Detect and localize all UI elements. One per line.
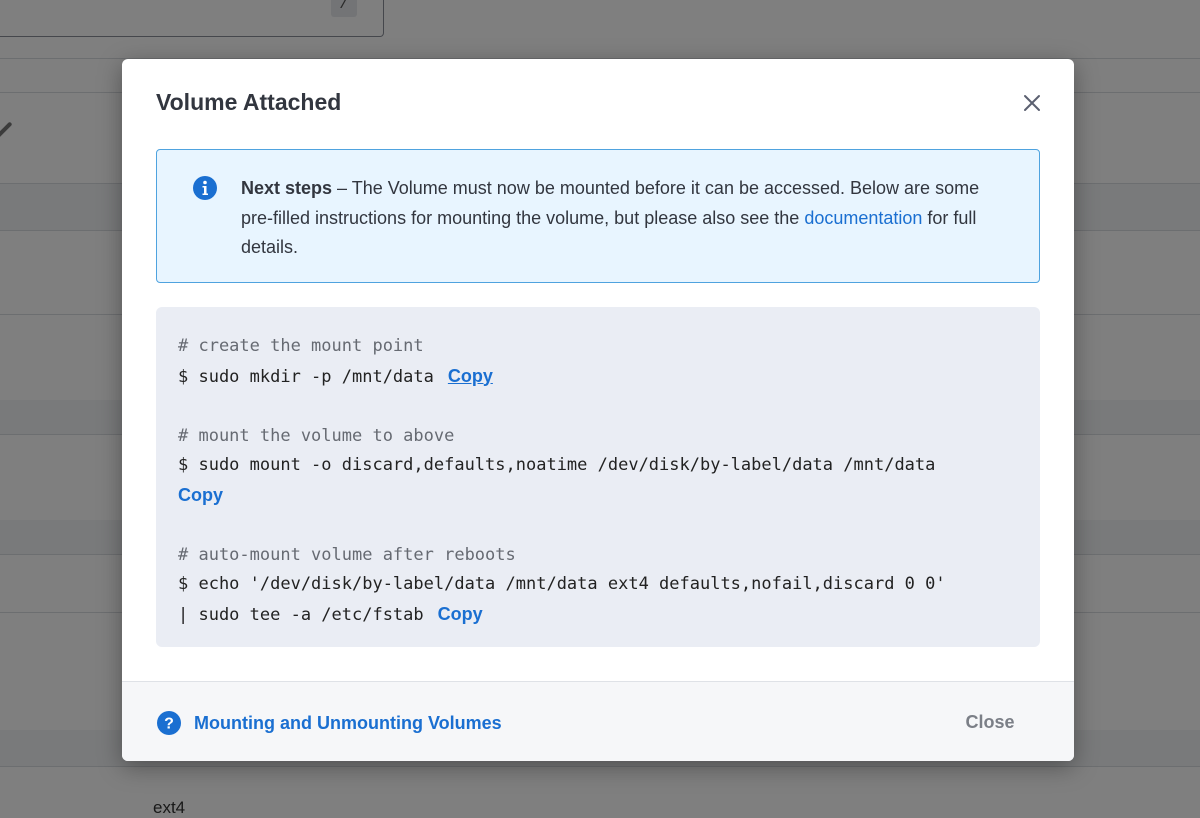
help-icon: ? (157, 711, 181, 735)
code-comment: # auto-mount volume after reboots (178, 544, 516, 565)
code-comment: # mount the volume to above (178, 425, 455, 446)
code-command-continuation: | sudo tee -a /etc/fstab (178, 604, 424, 625)
mounting-docs-link[interactable]: Mounting and Unmounting Volumes (194, 713, 502, 734)
code-comment: # create the mount point (178, 336, 424, 356)
documentation-link[interactable]: documentation (804, 208, 922, 228)
close-icon[interactable] (1018, 89, 1046, 117)
code-command: $ echo '/dev/disk/by-label/data /mnt/dat… (178, 574, 946, 594)
notice-heading: Next steps (241, 178, 333, 198)
next-steps-notice: Next steps – The Volume must now be moun… (156, 149, 1040, 283)
copy-fstab-button[interactable]: Copy (438, 604, 483, 624)
code-command: $ sudo mount -o discard,defaults,noatime… (178, 455, 936, 475)
dialog-title: Volume Attached (156, 89, 342, 115)
notice-text: Next steps – The Volume must now be moun… (241, 174, 981, 263)
mount-instructions-code: # create the mount point $ sudo mkdir -p… (156, 307, 1040, 647)
svg-text:?: ? (164, 716, 174, 733)
copy-mount-button[interactable]: Copy (178, 485, 223, 505)
close-button[interactable]: Close (952, 704, 1028, 740)
copy-mkdir-button[interactable]: Copy (448, 366, 493, 386)
volume-attached-dialog: Volume Attached Next steps – The Volume … (122, 59, 1074, 761)
dialog-footer: ? Mounting and Unmounting Volumes Close (122, 681, 1074, 761)
info-icon (193, 176, 217, 200)
code-command: $ sudo mkdir -p /mnt/data (178, 366, 434, 387)
